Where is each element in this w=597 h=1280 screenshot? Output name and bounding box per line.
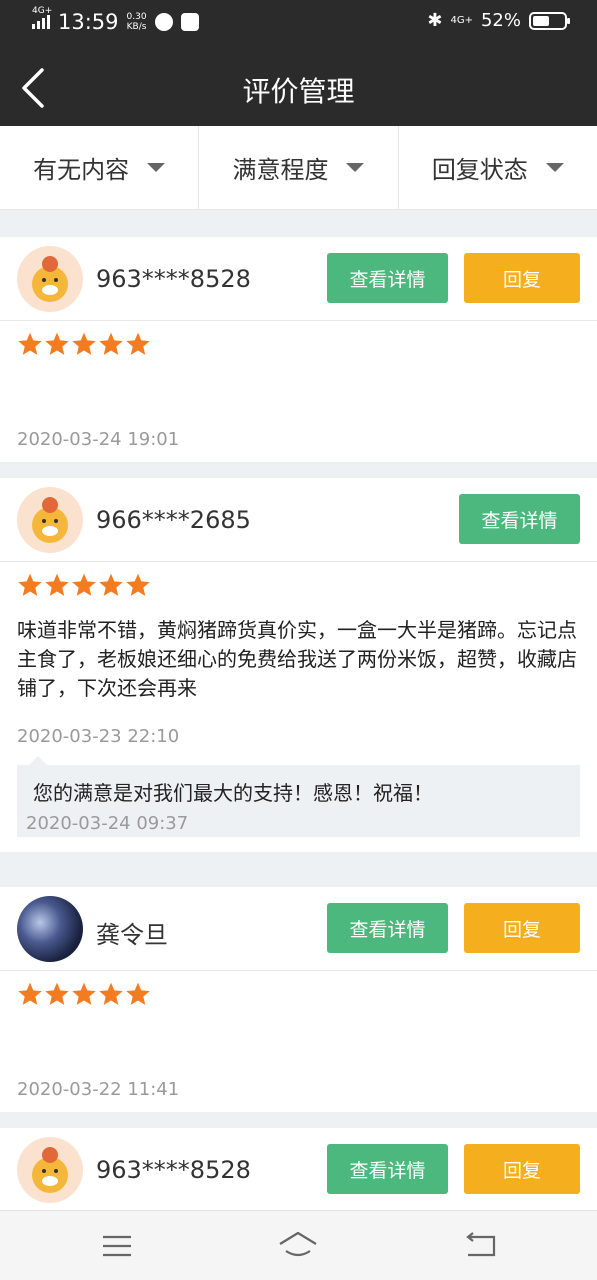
reply-button[interactable]: 回复 xyxy=(464,253,580,303)
star-rating xyxy=(17,981,151,1007)
review-date: 2020-03-24 19:01 xyxy=(17,429,180,450)
star-icon xyxy=(72,573,96,596)
review-date: 2020-03-22 11:41 xyxy=(17,1079,180,1100)
review-header: 963****8528 查看详情 回复 xyxy=(0,237,597,321)
home-icon[interactable] xyxy=(278,1229,318,1263)
filter-label: 回复状态 xyxy=(431,156,528,184)
review-card: 龚令旦 查看详情 回复 2020-03-22 11:41 xyxy=(0,887,597,1112)
filter-has-content[interactable]: 有无内容 xyxy=(0,126,200,209)
star-icon xyxy=(99,573,123,596)
battery-percent: 52% xyxy=(480,10,521,31)
battery-fill xyxy=(533,15,549,26)
title-bar: 评价管理 xyxy=(0,48,597,126)
filter-bar: 有无内容 满意程度 回复状态 xyxy=(0,126,597,210)
back-nav-icon[interactable] xyxy=(460,1229,500,1263)
chick-avatar-icon xyxy=(32,497,68,543)
avatar xyxy=(17,487,83,553)
star-icon xyxy=(18,573,42,596)
status-right: ✱ 4G+ 52% xyxy=(427,10,570,31)
star-icon xyxy=(99,332,123,355)
username: 963****8528 xyxy=(96,265,251,293)
view-details-button[interactable]: 查看详情 xyxy=(327,903,448,953)
status-left: 4G+ 13:59 0.30 KB/s xyxy=(32,6,199,34)
battery-icon xyxy=(529,11,570,30)
filter-label: 满意程度 xyxy=(232,156,329,184)
network-label: 4G+ xyxy=(32,6,53,16)
filter-reply-status[interactable]: 回复状态 xyxy=(399,126,597,209)
speedometer-icon xyxy=(154,13,173,31)
net-speed-unit: KB/s xyxy=(126,22,147,32)
filter-label: 有无内容 xyxy=(33,156,130,184)
merchant-reply: 您的满意是对我们最大的支持！感恩！祝福！ 2020-03-24 09:37 xyxy=(17,756,580,837)
chick-avatar-icon xyxy=(32,1147,68,1193)
reply-button[interactable]: 回复 xyxy=(464,903,580,953)
star-icon xyxy=(126,332,150,355)
review-card: 963****8528 查看详情 回复 xyxy=(0,1128,597,1210)
page-title: 评价管理 xyxy=(242,75,355,108)
reply-button[interactable]: 回复 xyxy=(464,1144,580,1194)
reply-text: 您的满意是对我们最大的支持！感恩！祝福！ xyxy=(33,781,433,805)
view-details-button[interactable]: 查看详情 xyxy=(327,253,448,303)
view-details-button[interactable]: 查看详情 xyxy=(459,494,580,544)
menu-icon[interactable] xyxy=(97,1229,137,1263)
view-details-button[interactable]: 查看详情 xyxy=(327,1144,448,1194)
reply-date: 2020-03-24 09:37 xyxy=(26,813,189,834)
star-icon xyxy=(72,982,96,1005)
message-icon xyxy=(180,13,199,31)
review-header: 龚令旦 查看详情 回复 xyxy=(0,887,597,971)
review-text: 味道非常不错，黄焖猪蹄货真价实，一盒一大半是猪蹄。忘记点主食了，老板娘还细心的免… xyxy=(17,618,577,700)
dropdown-triangle-icon xyxy=(545,163,564,172)
username: 963****8528 xyxy=(96,1156,251,1184)
review-card: 966****2685 查看详情 味道非常不错，黄焖猪蹄货真价实，一盒一大半是猪… xyxy=(0,478,597,852)
dropdown-triangle-icon xyxy=(346,163,365,172)
dropdown-triangle-icon xyxy=(147,163,166,172)
review-header: 966****2685 查看详情 xyxy=(0,478,597,562)
clock: 13:59 xyxy=(58,10,119,34)
star-icon xyxy=(99,982,123,1005)
bluetooth-icon: ✱ xyxy=(427,10,443,31)
star-icon xyxy=(18,982,42,1005)
star-icon xyxy=(126,573,150,596)
star-icon xyxy=(45,332,69,355)
system-nav-bar xyxy=(0,1210,597,1280)
filter-satisfaction[interactable]: 满意程度 xyxy=(199,126,399,209)
star-icon xyxy=(45,982,69,1005)
star-icon xyxy=(126,982,150,1005)
review-card: 963****8528 查看详情 回复 2020-03-24 19:01 xyxy=(0,237,597,462)
signal-icon xyxy=(32,15,50,29)
net-speed: 0.30 KB/s xyxy=(127,12,147,32)
avatar xyxy=(17,1137,83,1203)
star-icon xyxy=(72,332,96,355)
review-date: 2020-03-23 22:10 xyxy=(17,726,180,747)
net-speed-value: 0.30 xyxy=(126,12,147,22)
network-label-right: 4G+ xyxy=(450,15,473,26)
review-header: 963****8528 查看详情 回复 xyxy=(0,1128,597,1212)
avatar xyxy=(17,896,83,962)
chick-avatar-icon xyxy=(32,256,68,302)
username: 龚令旦 xyxy=(96,921,168,949)
star-icon xyxy=(18,332,42,355)
username: 966****2685 xyxy=(96,506,251,534)
star-rating xyxy=(17,572,151,598)
star-rating xyxy=(17,331,151,357)
avatar xyxy=(17,246,83,312)
status-bar: 4G+ 13:59 0.30 KB/s ✱ 4G+ 52% xyxy=(0,0,597,48)
star-icon xyxy=(45,573,69,596)
